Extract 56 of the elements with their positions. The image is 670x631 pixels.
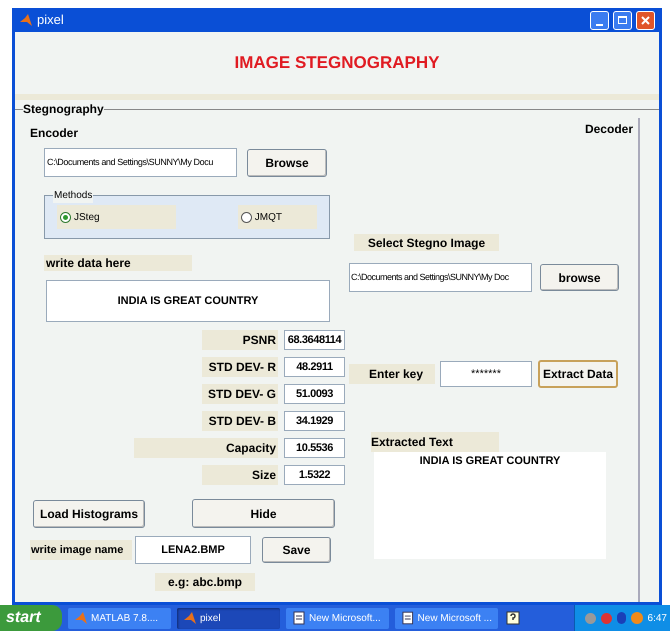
metric-value: 1.5322 (284, 465, 345, 485)
image-name-label: write image name (30, 540, 132, 560)
select-image-label: Select Stegno Image (354, 234, 499, 251)
panel-title: Stegnography (23, 101, 104, 118)
extract-data-button[interactable]: Extract Data (538, 360, 618, 388)
app-heading: IMAGE STEGNOGRAPHY (234, 52, 440, 74)
load-histograms-button[interactable]: Load Histograms (33, 500, 145, 528)
data-label: write data here (44, 255, 192, 271)
decoder-title: Decoder (584, 121, 633, 138)
metric-value: 68.3648114 (284, 330, 345, 350)
metric-value: 51.0093 (284, 384, 345, 404)
clock: 6:47 (648, 612, 667, 626)
encoder-title: Encoder (30, 125, 80, 142)
radio-option[interactable]: JSteg (57, 205, 176, 229)
image-name-field[interactable]: LENA2.BMP (135, 536, 251, 564)
file-path-field[interactable]: C:\Documents and Settings\SUNNY\My Doc (349, 263, 532, 292)
metric-label: STD DEV- B (202, 411, 278, 431)
matlab-logo-icon (74, 611, 88, 625)
window-title: pixel (37, 11, 64, 30)
matlab-logo-icon (19, 13, 33, 27)
metric-label: STD DEV- G (202, 384, 278, 404)
start-button[interactable]: start (0, 605, 62, 631)
metric-label: Capacity (134, 438, 278, 458)
extracted-text-label: Extracted Text (371, 432, 499, 452)
document-icon (292, 611, 306, 625)
extracted-text-area: INDIA IS GREAT COUNTRY (374, 452, 606, 559)
help-icon[interactable] (506, 611, 520, 625)
metric-label: Size (202, 465, 278, 485)
key-field[interactable]: ******* (440, 361, 532, 387)
save-button[interactable]: Save (262, 537, 331, 563)
file-path-field[interactable]: C:\Documents and Settings\SUNNY\My Docu (44, 148, 237, 177)
taskbar-item[interactable]: New Microsoft... (286, 608, 389, 628)
file-name-hint: e.g: abc.bmp (155, 573, 255, 591)
metric-value: 10.5536 (284, 438, 345, 458)
metric-value: 48.2911 (284, 357, 345, 377)
document-icon (401, 611, 415, 625)
taskbar-item[interactable]: New Microsoft ... (395, 608, 498, 628)
close-icon (641, 16, 650, 24)
metric-value: 34.1929 (284, 411, 345, 431)
browse-button[interactable]: browse (540, 264, 619, 291)
matlab-logo-icon (183, 611, 197, 625)
key-label: Enter key (349, 364, 435, 384)
close-button[interactable] (636, 10, 655, 30)
minimize-button[interactable] (590, 10, 609, 30)
radio-button[interactable] (240, 212, 252, 222)
metric-label: PSNR (202, 330, 278, 350)
radio-button[interactable] (60, 212, 71, 222)
radio-option[interactable]: JMQT (238, 205, 317, 229)
metric-label: STD DEV- R (202, 357, 278, 377)
methods-label: Methods (53, 188, 94, 203)
data-text-field[interactable]: INDIA IS GREAT COUNTRY (46, 280, 330, 322)
hide-button[interactable]: Hide (192, 499, 335, 528)
browse-button[interactable]: Browse (247, 148, 327, 176)
maximize-button[interactable] (613, 10, 632, 30)
taskbar-item[interactable]: MATLAB 7.8.... (68, 608, 171, 628)
taskbar-item[interactable]: pixel (177, 608, 280, 628)
